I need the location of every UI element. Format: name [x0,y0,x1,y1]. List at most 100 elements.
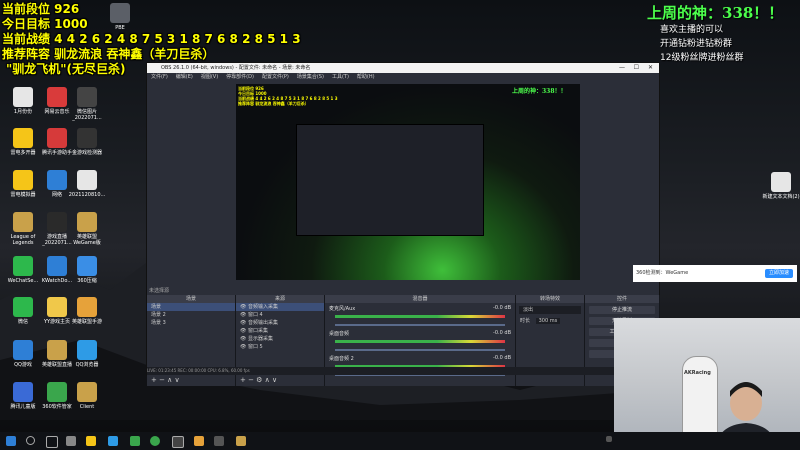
app-icon [13,212,33,232]
preview-nested-window [296,124,484,236]
minimize-icon[interactable]: — [619,63,625,73]
360-browser-icon[interactable] [130,436,140,446]
visibility-icon[interactable]: 👁 [240,336,248,342]
obs-preview[interactable]: 当前段位 926 今日目标 1000 当前战绩 4 4 2 6 2 4 8 7 … [236,84,580,280]
desktop-icon[interactable]: 微信图片_2022071... [68,87,106,121]
app-icon [77,212,97,232]
desktop-icon-label: WeChatSe... [7,278,39,284]
desktop-icon[interactable]: League of Legends [4,212,42,246]
file-explorer-icon[interactable] [86,436,96,446]
transition-select[interactable]: 淡出 [519,306,581,314]
visibility-icon[interactable]: 👁 [240,328,248,334]
start-icon[interactable] [6,436,16,446]
desktop-icon-label: 360压缩 [77,278,97,284]
desktop-icon[interactable]: 2021120810... [68,170,106,198]
app-icon [77,87,97,107]
edge-icon[interactable] [108,436,118,446]
visibility-icon[interactable]: 👁 [240,304,248,310]
source-item[interactable]: 👁 音频输出采集 [236,319,324,327]
menu-item[interactable]: 场景集合(S) [297,73,324,82]
desktop-icon-label: Client [79,404,95,410]
visibility-icon[interactable]: 👁 [240,312,248,318]
scenes-header: 场景 [147,295,235,303]
menu-item[interactable]: 编辑(E) [176,73,193,82]
desktop-icon[interactable]: PBE [101,3,139,31]
obs-title-bar[interactable]: OBS 26.1.0 (64-bit, windows) - 配置文件: 未命名… [147,63,659,73]
menu-item[interactable]: 视图(V) [201,73,218,82]
close-icon[interactable]: ✕ [648,63,653,73]
desktop-icon[interactable]: 英雄联盟手游 [68,297,106,325]
search-icon[interactable] [26,436,35,445]
desktop-icon[interactable]: WeChatSe... [4,256,42,284]
desktop-icon[interactable]: 雷电模拟器 [4,170,42,198]
menu-item[interactable]: 工具(T) [332,73,349,82]
scene-item[interactable]: 场景 [147,303,235,311]
source-item[interactable]: 👁 窗口 5 [236,343,324,351]
source-label: 窗口采集 [247,328,268,334]
daily-goal-text: 今日目标 1000 [2,17,88,31]
obs-docks: 场景 场景 场景 2 场景 3 + − ∧ ∨ 来源 👁 音频输入采集 👁 窗口 … [147,295,660,386]
taskbar-app-icon[interactable] [66,436,76,446]
taskbar-app-icon[interactable] [214,436,224,446]
taskbar-app-icon[interactable] [236,436,246,446]
desktop-icon[interactable]: 新建文本文档(2) [762,172,800,200]
desktop-icon[interactable]: QQ浏览器 [68,340,106,368]
source-toolbar[interactable]: + − ⚙ ∧ ∨ [240,376,277,384]
desktop-icon[interactable]: 英雄联盟WeGame版 [68,212,106,246]
source-item[interactable]: 👁 窗口 4 [236,311,324,319]
app-icon [47,297,67,317]
fan-group-info: 喜欢主播的可以 开通钻粉进钻粉群 12级粉丝牌进粉丝群 [660,23,743,65]
desktop-icon[interactable]: 腾讯儿童版 [4,382,42,410]
sources-list: 👁 音频输入采集 👁 窗口 4 👁 音频输出采集 👁 窗口采集 👁 显示器采集 👁 窗口 … [236,303,324,351]
desktop-icon[interactable]: Client [68,382,106,410]
scene-item[interactable]: 场景 3 [147,319,235,327]
task-view-icon[interactable] [46,436,58,448]
desktop-icon-label: 微信 [17,319,28,325]
desktop-icon[interactable]: QQ游戏 [4,340,42,368]
preview-top-fan-title: 上周的神：338！！ [512,88,567,95]
desktop-icon[interactable]: 1月份份 [4,87,42,115]
source-label: 显示器采集 [247,336,273,342]
desktop-icon-label: 金游戏检测器 [71,150,102,156]
obs-menu-bar: 文件(F) 编辑(E) 视图(V) 停靠部件(D) 配置文件(P) 场景集合(S) 工具(T… [147,73,659,82]
app-icon [77,297,97,317]
scene-item[interactable]: 场景 2 [147,311,235,319]
source-item[interactable]: 👁 显示器采集 [236,335,324,343]
app-icon [77,170,97,190]
source-item[interactable]: 👁 音频输入采集 [236,303,324,311]
notification-action-button[interactable]: 立即加速 [764,269,793,278]
taskbar-app-icon[interactable] [150,436,160,446]
maximize-icon[interactable]: ☐ [634,63,639,73]
sources-header: 来源 [236,295,324,303]
obs-window[interactable]: OBS 26.1.0 (64-bit, windows) - 配置文件: 未命名… [146,62,660,386]
app-icon [13,170,33,190]
source-item[interactable]: 👁 窗口采集 [236,327,324,335]
app-icon [77,256,97,276]
volume-meter [335,315,505,318]
visibility-icon[interactable]: 👁 [240,344,248,350]
obs-status-bar: LIVE: 01:23:45 REC: 00:00:00 CPU: 6.8%, … [147,367,659,375]
notification-text: 360检测到：WeGame [636,270,689,276]
duration-input[interactable]: 300 ms [535,318,561,324]
menu-item[interactable]: 配置文件(P) [262,73,289,82]
desktop-icon[interactable]: 雷电多开器 [4,128,42,156]
visibility-icon[interactable]: 👁 [240,320,248,326]
menu-item[interactable]: 帮助(H) [357,73,375,82]
taskbar-app-icon[interactable] [194,436,204,446]
app-icon [47,382,67,402]
menu-item[interactable]: 文件(F) [151,73,168,82]
volume-slider[interactable] [335,349,505,351]
volume-slider[interactable] [335,324,505,326]
windows-taskbar [0,432,800,450]
tray-icon[interactable] [606,436,612,442]
scene-toolbar[interactable]: + − ∧ ∨ [151,376,180,384]
desktop-icon[interactable]: 360压缩 [68,256,106,284]
desktop-icon[interactable]: 金游戏检测器 [68,128,106,156]
menu-item[interactable]: 停靠部件(D) [226,73,254,82]
desktop-icon[interactable]: 微信 [4,297,42,325]
control-button[interactable]: 停止推流 [589,306,655,314]
obs-taskbar-icon[interactable] [172,436,184,448]
transition-duration[interactable]: 时长 300 ms [516,317,584,325]
wegame-notification[interactable]: 360检测到：WeGame 立即加速 [633,265,797,282]
desktop-icon-label: PBE [115,25,125,31]
